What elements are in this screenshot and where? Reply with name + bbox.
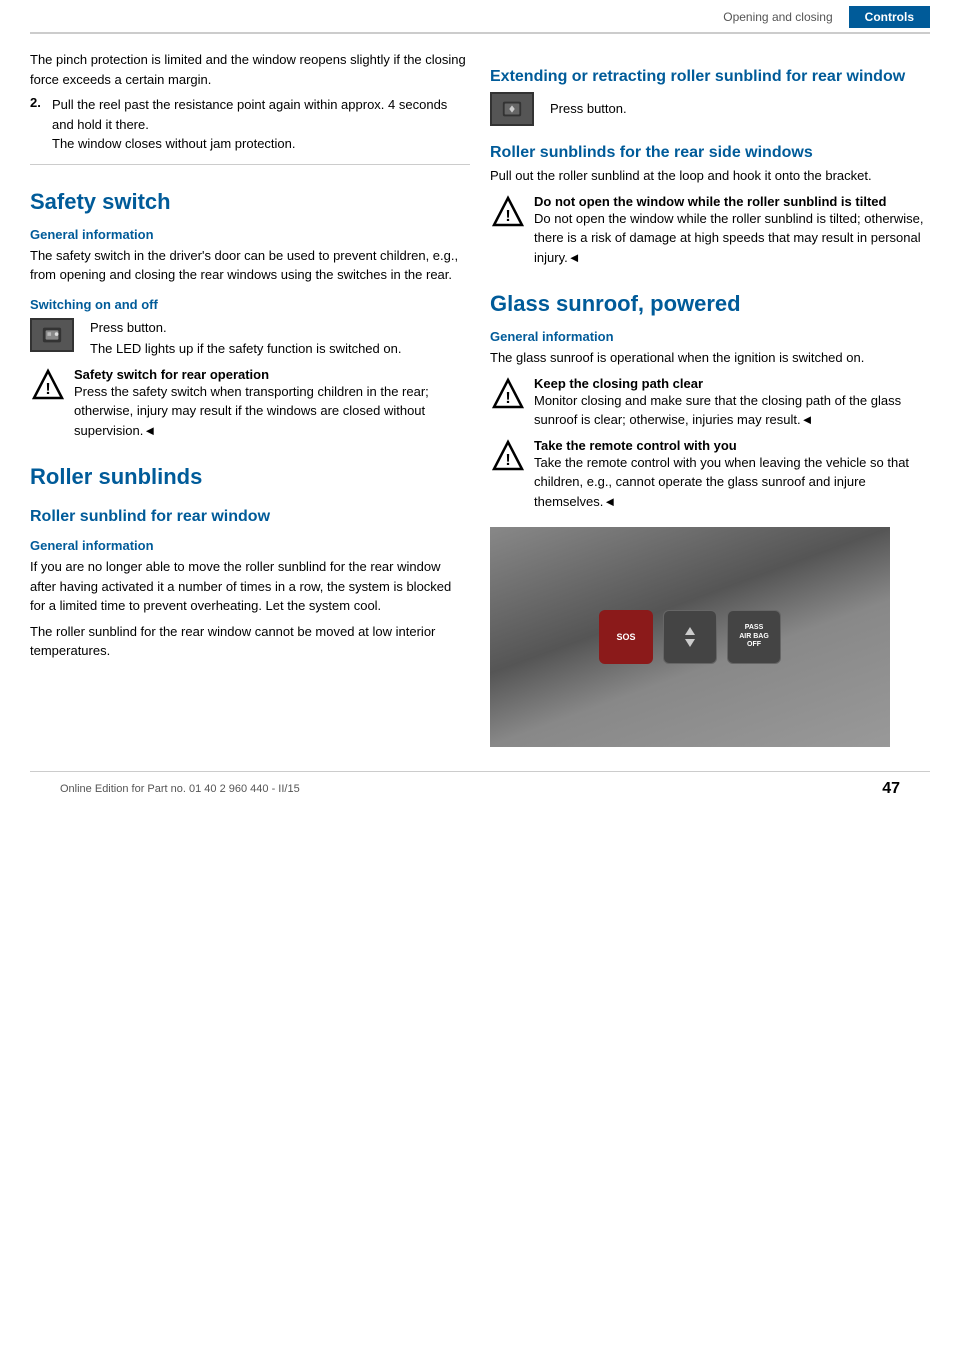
sunroof-general-info-text: The glass sunroof is operational when th… <box>490 348 930 368</box>
main-content: The pinch protection is limited and the … <box>0 34 960 747</box>
switching-on-off-heading: Switching on and off <box>30 297 470 312</box>
sunroof-warning-2-content: Take the remote control with you Take th… <box>534 438 930 512</box>
roller-warning-box: ! Do not open the window while the rolle… <box>490 194 930 268</box>
roller-warning-content: Do not open the window while the roller … <box>534 194 930 268</box>
warning-triangle-icon: ! <box>31 368 65 402</box>
roller-general-text-1: If you are no longer able to move the ro… <box>30 557 470 616</box>
roller-side-text: Pull out the roller sunblind at the loop… <box>490 166 930 186</box>
left-column: The pinch protection is limited and the … <box>30 50 470 747</box>
arrows-button <box>663 610 717 664</box>
roller-rear-window-heading: Roller sunblind for rear window <box>30 508 470 526</box>
page-header: Opening and closing Controls <box>30 0 930 34</box>
console-image: SOS PASSAIR BAGOFF <box>490 527 890 747</box>
sunroof-warning-1-triangle-icon: ! <box>491 377 525 411</box>
roller-warning-triangle-icon: ! <box>491 195 525 229</box>
roller-warning-icon-wrap: ! <box>490 194 526 230</box>
step-text-2: The window closes without jam protection… <box>52 134 470 154</box>
warning-text: Press the safety switch when transportin… <box>74 382 470 441</box>
roller-general-info-heading: General information <box>30 538 470 553</box>
safety-switch-heading: Safety switch <box>30 189 470 215</box>
tab-opening-closing[interactable]: Opening and closing <box>707 6 848 28</box>
sunroof-warning-1-icon-wrap: ! <box>490 376 526 412</box>
right-column: Extending or retracting roller sunblind … <box>490 50 930 747</box>
roller-sunblinds-heading: Roller sunblinds <box>30 464 470 490</box>
svg-text:!: ! <box>505 390 510 407</box>
divider-1 <box>30 164 470 165</box>
svg-text:!: ! <box>505 208 510 225</box>
press-button-row: Press button. The LED lights up if the s… <box>30 318 470 359</box>
roller-side-heading: Roller sunblinds for the rear side windo… <box>490 144 930 162</box>
glass-sunroof-heading: Glass sunroof, powered <box>490 291 930 317</box>
safety-general-info-text: The safety switch in the driver's door c… <box>30 246 470 285</box>
sos-button: SOS <box>599 610 653 664</box>
press-button-text: Press button. <box>90 318 401 338</box>
sunroof-warning-1-text: Monitor closing and make sure that the c… <box>534 391 930 430</box>
svg-text:!: ! <box>45 381 50 398</box>
step-number: 2. <box>30 95 46 154</box>
led-text: The LED lights up if the safety function… <box>90 339 401 359</box>
sunroof-warning-1-title: Keep the closing path clear <box>534 376 930 391</box>
extending-press-text: Press button. <box>550 99 627 119</box>
safety-warning-box: ! Safety switch for rear operation Press… <box>30 367 470 441</box>
sunroof-warning-2-icon-wrap: ! <box>490 438 526 474</box>
console-buttons-group: SOS PASSAIR BAGOFF <box>599 610 781 664</box>
footer-online-text: Online Edition for Part no. 01 40 2 960 … <box>60 783 300 795</box>
step-text-1: Pull the reel past the resistance point … <box>52 95 470 134</box>
sunroof-warning-2-box: ! Take the remote control with you Take … <box>490 438 930 512</box>
step-content: Pull the reel past the resistance point … <box>52 95 470 154</box>
numbered-step-2: 2. Pull the reel past the resistance poi… <box>30 95 470 154</box>
page-footer: Online Edition for Part no. 01 40 2 960 … <box>30 771 930 798</box>
roller-warning-text: Do not open the window while the roller … <box>534 209 930 268</box>
sunroof-general-info-heading: General information <box>490 329 930 344</box>
warning-icon-wrap: ! <box>30 367 66 403</box>
extending-heading: Extending or retracting roller sunblind … <box>490 68 930 86</box>
extending-button-icon <box>490 92 534 126</box>
sunroof-warning-1-content: Keep the closing path clear Monitor clos… <box>534 376 930 430</box>
press-button-col: Press button. The LED lights up if the s… <box>90 318 401 359</box>
safety-general-info-heading: General information <box>30 227 470 242</box>
extending-button-row: Press button. <box>490 92 930 126</box>
header-nav: Opening and closing Controls <box>707 6 930 28</box>
roller-warning-title: Do not open the window while the roller … <box>534 194 930 209</box>
sunroof-warning-2-title: Take the remote control with you <box>534 438 930 453</box>
roller-general-text-2: The roller sunblind for the rear window … <box>30 622 470 661</box>
sunroof-warning-1-box: ! Keep the closing path clear Monitor cl… <box>490 376 930 430</box>
pass-airbag-button: PASSAIR BAGOFF <box>727 610 781 664</box>
svg-text:!: ! <box>505 452 510 469</box>
safety-warning-content: Safety switch for rear operation Press t… <box>74 367 470 441</box>
tab-controls[interactable]: Controls <box>849 6 930 28</box>
safety-switch-button-icon <box>30 318 74 352</box>
footer-page-number: 47 <box>882 780 900 798</box>
console-photo: SOS PASSAIR BAGOFF <box>490 527 890 747</box>
warning-title: Safety switch for rear operation <box>74 367 470 382</box>
intro-text-1: The pinch protection is limited and the … <box>30 50 470 89</box>
sunroof-warning-2-triangle-icon: ! <box>491 439 525 473</box>
sunroof-warning-2-text: Take the remote control with you when le… <box>534 453 930 512</box>
